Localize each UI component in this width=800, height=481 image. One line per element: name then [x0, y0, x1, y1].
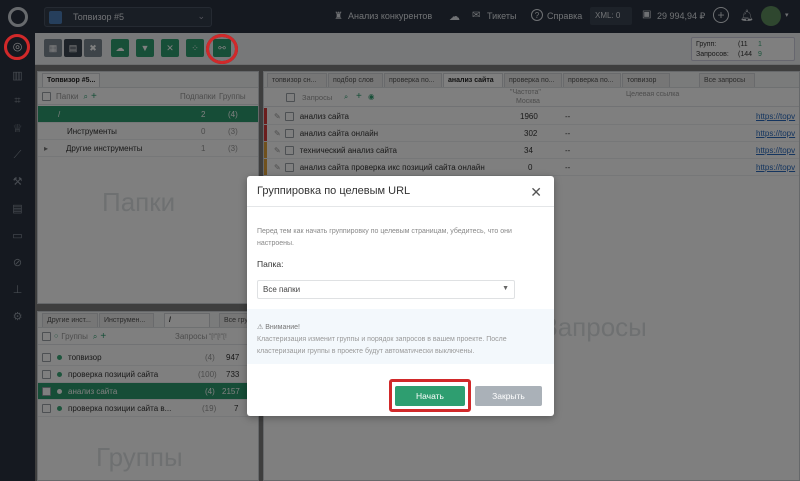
url-grouping-dialog: Группировка по целевым URL ✕ Перед тем к… — [247, 176, 554, 416]
highlight-ring-sidebar-top — [4, 34, 30, 60]
start-button[interactable]: Начать — [395, 386, 465, 406]
warning-box: ⚠ Внимание! Кластеризация изменит группы… — [247, 309, 554, 364]
warning-icon: ⚠ — [257, 324, 264, 331]
chevron-down-icon: ▼ — [502, 285, 509, 292]
close-icon[interactable]: ✕ — [530, 184, 542, 201]
warning-text: Кластеризация изменит группы и порядок з… — [257, 336, 507, 355]
dialog-header: Группировка по целевым URL ✕ — [247, 176, 554, 207]
warning-title: Внимание! — [265, 324, 300, 331]
dialog-intro: Перед тем как начать группировку по целе… — [257, 228, 512, 247]
dialog-title: Группировка по целевым URL — [257, 185, 411, 197]
folder-select[interactable]: Все папки ▼ — [257, 280, 515, 299]
highlight-ring-toolbar-top — [206, 34, 238, 64]
close-button[interactable]: Закрыть — [475, 386, 542, 406]
folder-select-value: Все папки — [263, 285, 301, 294]
folder-label: Папка: — [257, 259, 284, 269]
